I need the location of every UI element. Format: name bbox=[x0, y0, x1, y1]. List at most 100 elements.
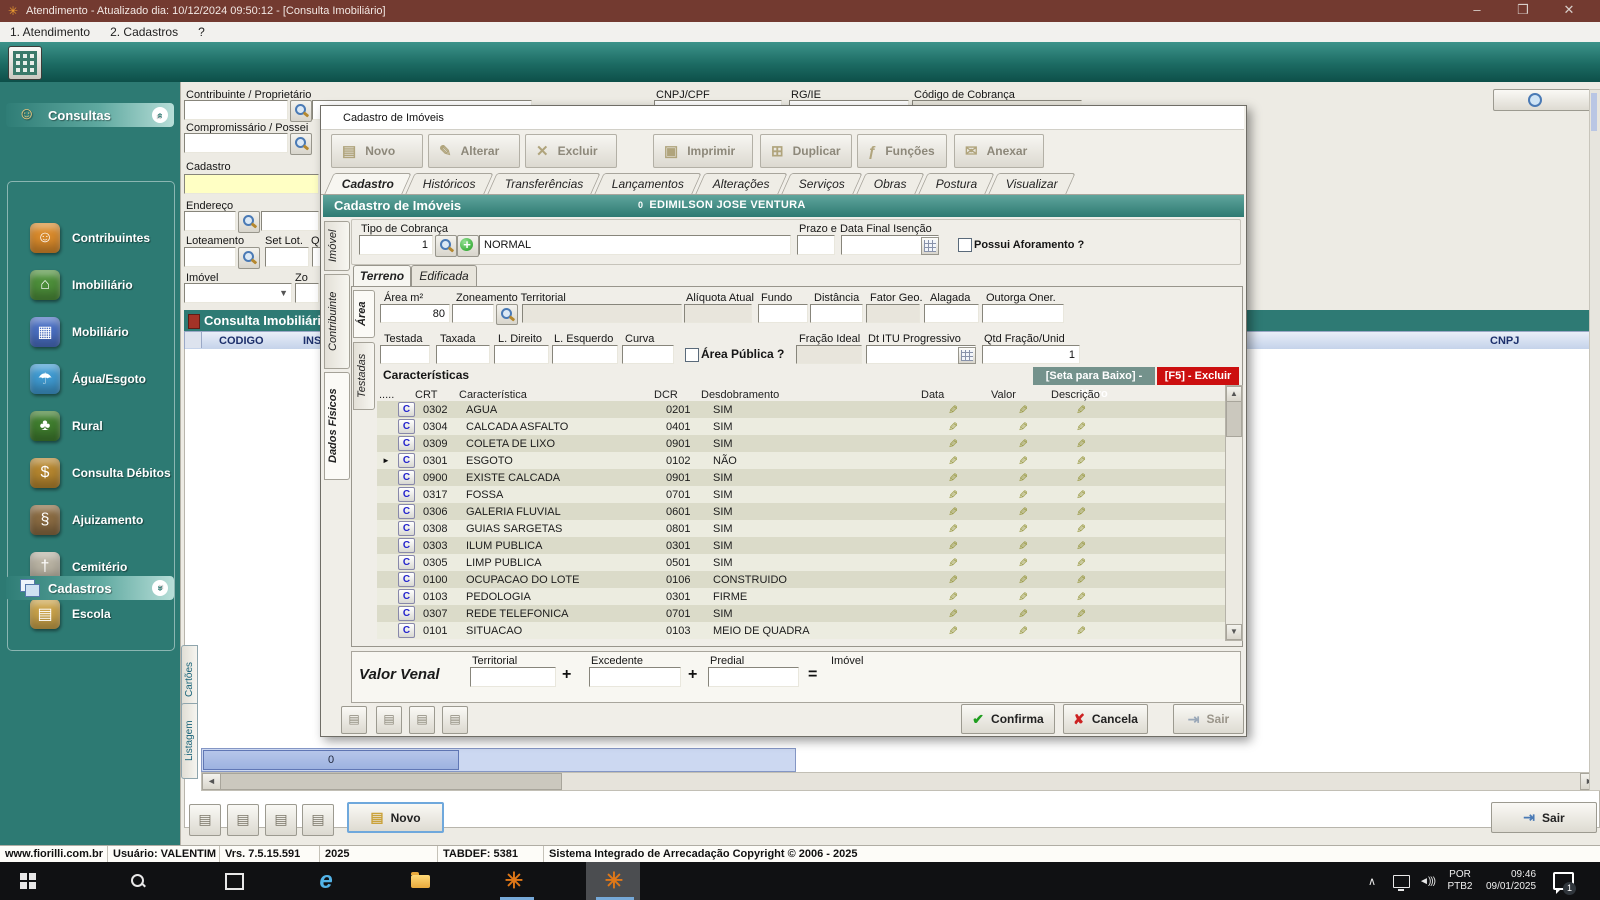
sidebar-item-consulta-debitos[interactable]: $ Consulta Débitos bbox=[6, 449, 174, 496]
network-icon[interactable] bbox=[1388, 862, 1414, 900]
table-row[interactable]: C 0900 EXISTE CALCADA 0901 SIM bbox=[377, 469, 1227, 486]
distancia-field[interactable] bbox=[810, 304, 863, 323]
fiorilli-app-icon-1[interactable]: ✳ bbox=[492, 862, 536, 900]
task-view-icon[interactable] bbox=[216, 862, 252, 900]
col-crt[interactable]: CRT bbox=[415, 389, 437, 401]
nav-last-button[interactable]: ▤ bbox=[302, 804, 334, 836]
predial-field[interactable] bbox=[708, 667, 799, 687]
setor-field[interactable] bbox=[265, 247, 309, 267]
col-caracteristica[interactable]: Característica bbox=[459, 389, 527, 401]
descricao-pencil-icon[interactable] bbox=[1054, 454, 1227, 468]
scroll-thumb[interactable] bbox=[220, 773, 562, 790]
tab-servicos[interactable]: Serviços bbox=[781, 173, 862, 194]
nav-prev-button[interactable]: ▤ bbox=[227, 804, 259, 836]
l-direito-field[interactable] bbox=[494, 345, 549, 364]
col-data[interactable]: Data bbox=[921, 389, 944, 401]
window-vertical-scrollbar[interactable] bbox=[1589, 89, 1600, 791]
taxada-field[interactable] bbox=[436, 345, 490, 364]
area-publica-checkbox[interactable] bbox=[685, 348, 699, 362]
contribuinte-code-field[interactable] bbox=[184, 100, 288, 120]
territorial-field[interactable] bbox=[470, 667, 556, 687]
valor-pencil-icon[interactable] bbox=[996, 624, 1054, 638]
alagada-field[interactable] bbox=[924, 304, 979, 323]
row-c-button[interactable]: C bbox=[398, 402, 415, 417]
table-row[interactable]: C 0301 ESGOTO 0102 NÃO bbox=[377, 452, 1227, 469]
dlg-nav-prev-button[interactable]: ▤ bbox=[376, 706, 402, 734]
vtab-area[interactable]: Área bbox=[353, 290, 375, 338]
zoneamento-search-icon[interactable] bbox=[496, 304, 518, 325]
table-row[interactable]: C 0302 AGUA 0201 SIM bbox=[377, 401, 1227, 418]
table-row[interactable]: C 0308 GUIAS SARGETAS 0801 SIM bbox=[377, 520, 1227, 537]
notification-center-icon[interactable]: 1 bbox=[1548, 862, 1578, 900]
valor-pencil-icon[interactable] bbox=[996, 607, 1054, 621]
clock[interactable]: 09:4609/01/2025 bbox=[1478, 862, 1544, 900]
data-pencil-icon[interactable] bbox=[926, 590, 996, 604]
endereco-code-field[interactable] bbox=[184, 211, 236, 231]
descricao-pencil-icon[interactable] bbox=[1054, 471, 1227, 485]
compromissario-search-icon[interactable] bbox=[290, 133, 312, 155]
row-c-button[interactable]: C bbox=[398, 453, 415, 468]
vtab-imovel[interactable]: Imóvel bbox=[324, 221, 350, 271]
row-c-button[interactable]: C bbox=[398, 555, 415, 570]
row-c-button[interactable]: C bbox=[398, 572, 415, 587]
horizontal-scrollbar[interactable]: ◄ ► bbox=[201, 772, 1600, 791]
data-pencil-icon[interactable] bbox=[926, 454, 996, 468]
volume-icon[interactable]: ◄))) bbox=[1414, 862, 1440, 900]
dialog-sair-button[interactable]: ⇥ Sair bbox=[1173, 704, 1244, 734]
data-pencil-icon[interactable] bbox=[926, 539, 996, 553]
contribuinte-search-icon[interactable] bbox=[290, 100, 312, 122]
loteamento-search-icon[interactable] bbox=[238, 247, 260, 269]
data-pencil-icon[interactable] bbox=[926, 420, 996, 434]
tray-chevron-icon[interactable]: ∧ bbox=[1360, 862, 1384, 900]
close-button[interactable]: ✕ bbox=[1552, 0, 1586, 22]
sidebar-group-cadastros[interactable]: Cadastros « bbox=[6, 576, 174, 600]
tab-listagem[interactable]: Listagem bbox=[181, 703, 198, 779]
descricao-pencil-icon[interactable] bbox=[1054, 624, 1227, 638]
scroll-up-icon[interactable]: ▲ bbox=[1226, 386, 1242, 402]
data-pencil-icon[interactable] bbox=[926, 573, 996, 587]
start-button[interactable] bbox=[8, 862, 48, 900]
search-button-partial[interactable] bbox=[1493, 89, 1599, 111]
zona-field[interactable] bbox=[295, 283, 319, 303]
data-pencil-icon[interactable] bbox=[926, 488, 996, 502]
col-desdobramento[interactable]: Desdobramento bbox=[701, 389, 779, 401]
table-row[interactable]: C 0103 PEDOLOGIA 0301 FIRME bbox=[377, 588, 1227, 605]
dlg-nav-next-button[interactable]: ▤ bbox=[409, 706, 435, 734]
dialog-titlebar[interactable]: Cadastro de Imóveis bbox=[321, 106, 1244, 130]
calendar-icon[interactable] bbox=[921, 237, 939, 255]
fracao-field[interactable] bbox=[796, 345, 862, 364]
imovel-dropdown[interactable]: ▼ bbox=[184, 283, 292, 303]
dlg-nav-last-button[interactable]: ▤ bbox=[442, 706, 468, 734]
expand-down-icon[interactable]: « bbox=[152, 580, 168, 596]
sidebar-item-agua-esgoto[interactable]: ☂ Água/Esgoto bbox=[6, 355, 174, 402]
aforamento-checkbox[interactable] bbox=[958, 238, 972, 252]
endereco-name-field[interactable] bbox=[261, 211, 319, 231]
menu-item[interactable]: ? bbox=[188, 25, 215, 39]
tipo-cobranca-add-icon[interactable] bbox=[457, 235, 479, 257]
confirma-button[interactable]: ✔ Confirma bbox=[961, 704, 1055, 734]
zoneamento-desc-field[interactable] bbox=[522, 304, 682, 323]
endereco-search-icon[interactable] bbox=[238, 211, 260, 233]
tipo-cobranca-search-icon[interactable] bbox=[435, 235, 457, 257]
row-c-button[interactable]: C bbox=[398, 589, 415, 604]
row-c-button[interactable]: C bbox=[398, 487, 415, 502]
zoneamento-code-field[interactable] bbox=[452, 304, 494, 323]
cancela-button[interactable]: ✘ Cancela bbox=[1063, 704, 1148, 734]
fiorilli-app-icon-2[interactable]: ✳ bbox=[592, 862, 636, 900]
dialog-alterar-button[interactable]: ✎ Alterar bbox=[428, 134, 520, 168]
descricao-pencil-icon[interactable] bbox=[1054, 573, 1227, 587]
cadastro-field[interactable] bbox=[184, 174, 319, 194]
qtd-fracao-field[interactable]: 1 bbox=[982, 345, 1080, 364]
fundo-field[interactable] bbox=[758, 304, 808, 323]
tab-edificada[interactable]: Edificada bbox=[411, 265, 477, 287]
row-c-button[interactable]: C bbox=[398, 504, 415, 519]
table-row[interactable]: C 0101 SITUACAO 0103 MEIO DE QUADRA bbox=[377, 622, 1227, 639]
descricao-pencil-icon[interactable] bbox=[1054, 522, 1227, 536]
scroll-left-icon[interactable]: ◄ bbox=[202, 773, 221, 790]
nav-next-button[interactable]: ▤ bbox=[265, 804, 297, 836]
tab-cadastro[interactable]: Cadastro bbox=[324, 173, 411, 194]
table-row[interactable]: C 0305 LIMP PUBLICA 0501 SIM bbox=[377, 554, 1227, 571]
col-valor[interactable]: Valor bbox=[991, 389, 1016, 401]
table-row[interactable]: C 0303 ILUM PUBLICA 0301 SIM bbox=[377, 537, 1227, 554]
sidebar-item-imobiliario[interactable]: ⌂ Imobiliário bbox=[6, 261, 174, 308]
